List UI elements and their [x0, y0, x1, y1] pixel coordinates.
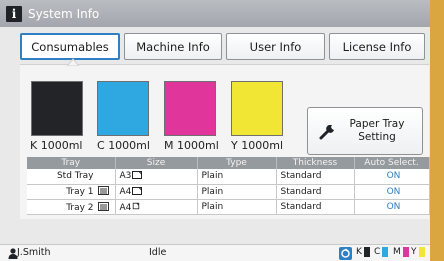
tray-table: Tray Size Type Thickness Auto Select. St…	[27, 157, 430, 216]
cell-thickness: Standard	[276, 199, 355, 216]
ink-amount: 1000ml	[40, 139, 83, 152]
cell-auto-select: ON	[354, 199, 430, 216]
wrench-icon	[319, 125, 334, 140]
size-value: A4	[119, 203, 132, 214]
cell-size: A4	[115, 184, 198, 201]
table-row[interactable]: Tray 1 A4 Plain Standard ON	[27, 184, 430, 201]
paper-tray-icon	[97, 186, 109, 196]
ink-letter: C	[97, 139, 105, 152]
tab-machine-info[interactable]: Machine Info	[124, 33, 222, 60]
cell-size: A4	[115, 199, 198, 216]
cell-type: Plain	[197, 169, 277, 185]
ink-level-bar	[402, 247, 409, 257]
ink-swatch-m	[164, 81, 216, 136]
cell-tray: Std Tray	[27, 169, 116, 185]
title-bar: i System Info	[0, 0, 430, 27]
column-header-thickness: Thickness	[276, 157, 355, 169]
cell-size: A3	[115, 169, 198, 185]
cell-tray: Tray 2	[27, 199, 116, 216]
tray-name: Tray 2	[66, 202, 94, 213]
ink-level-letter: Y	[411, 247, 417, 257]
ink-level-bar	[382, 247, 389, 257]
ink-letter: K	[30, 139, 38, 152]
ink-letter: M	[164, 139, 174, 152]
ink-level-bar	[363, 247, 370, 257]
tray-name: Tray 1	[66, 187, 94, 198]
network-icon	[339, 247, 352, 260]
ink-level-y: Y	[411, 247, 425, 257]
ink-level-c: C	[374, 247, 389, 257]
machine-status: Idle	[149, 247, 167, 258]
user-name: J.Smith	[17, 247, 51, 258]
tab-user-info[interactable]: User Info	[226, 33, 325, 60]
paper-tray-setting-line2: Setting	[358, 131, 396, 143]
tab-license-info[interactable]: License Info	[329, 33, 425, 60]
ink-swatch-k	[31, 81, 83, 136]
size-value: A4	[119, 186, 132, 197]
cell-type: Plain	[197, 199, 277, 216]
paper-tray-setting-button[interactable]: Paper Tray Setting	[307, 107, 423, 155]
table-header: Tray Size Type Thickness Auto Select.	[27, 157, 430, 169]
landscape-paper-icon	[132, 171, 143, 180]
cell-auto-select: ON	[354, 184, 430, 201]
info-icon: i	[6, 5, 22, 22]
size-value: A3	[119, 171, 132, 182]
portrait-paper-icon	[133, 203, 140, 210]
ink-level-bar	[418, 247, 425, 257]
paper-tray-setting-line1: Paper Tray	[349, 118, 405, 130]
ink-label-c: C 1000ml	[97, 139, 150, 152]
landscape-paper-icon	[132, 186, 143, 195]
ink-amount: 1000ml	[177, 139, 219, 152]
ink-amount: 1000ml	[108, 139, 150, 152]
ink-level-letter: K	[356, 247, 362, 257]
column-header-size: Size	[115, 157, 198, 169]
active-tab-pointer	[67, 58, 79, 66]
ink-swatch-c	[97, 81, 149, 136]
status-bar: J.Smith Idle K C M Y	[0, 244, 430, 261]
cell-type: Plain	[197, 184, 277, 201]
ink-label-y: Y 1000ml	[231, 139, 283, 152]
table-row[interactable]: Std Tray A3 Plain Standard ON	[27, 169, 430, 185]
cell-auto-select: ON	[354, 169, 430, 185]
ink-level-letter: C	[374, 247, 381, 257]
tab-consumables[interactable]: Consumables	[20, 33, 120, 60]
ink-level-letter: M	[393, 247, 401, 257]
paper-tray-icon	[97, 201, 109, 211]
ink-label-k: K 1000ml	[30, 139, 82, 152]
table-row[interactable]: Tray 2 A4 Plain Standard ON	[27, 199, 430, 216]
system-info-screen: i System Info Consumables Machine Info U…	[0, 0, 430, 261]
ink-level-k: K	[356, 247, 370, 257]
tray-name: Std Tray	[56, 171, 94, 182]
ink-letter: Y	[231, 139, 238, 152]
cell-tray: Tray 1	[27, 184, 116, 201]
ink-label-m: M 1000ml	[164, 139, 219, 152]
ink-amount: 1000ml	[241, 139, 283, 152]
tab-bar: Consumables Machine Info User Info Licen…	[20, 33, 429, 60]
cell-thickness: Standard	[276, 169, 355, 185]
paper-tray-setting-label: Paper Tray Setting	[338, 118, 422, 144]
ink-level-m: M	[393, 247, 409, 257]
column-header-type: Type	[197, 157, 277, 169]
window-title: System Info	[28, 6, 100, 21]
column-header-auto-select: Auto Select.	[354, 157, 430, 169]
ink-swatch-y	[231, 81, 283, 136]
column-header-tray: Tray	[27, 157, 116, 169]
cell-thickness: Standard	[276, 184, 355, 201]
